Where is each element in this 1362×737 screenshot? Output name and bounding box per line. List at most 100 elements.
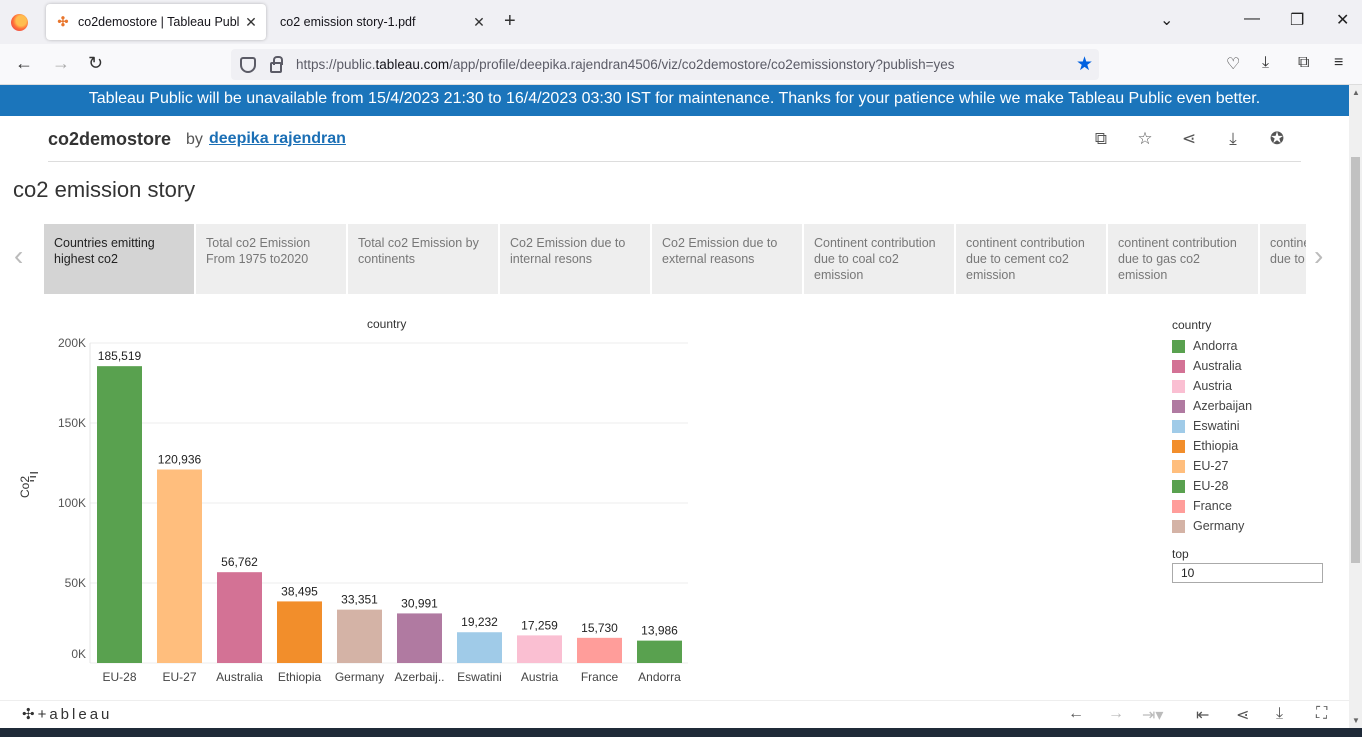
bar[interactable]: [337, 609, 382, 663]
bar[interactable]: [217, 572, 262, 663]
story-points-nav: Countries emitting highest co2 Total co2…: [44, 224, 1306, 294]
story-point-5[interactable]: Co2 Emission due to external reasons: [652, 224, 802, 294]
legend-item[interactable]: Andorra: [1172, 336, 1332, 356]
legend-item[interactable]: Austria: [1172, 376, 1332, 396]
legend-item[interactable]: Ethiopia: [1172, 436, 1332, 456]
tab-pdf[interactable]: co2 emission story-1.pdf ✕: [270, 4, 494, 40]
menu-icon[interactable]: ≡: [1334, 54, 1343, 72]
story-point-4[interactable]: Co2 Emission due to internal resons: [500, 224, 650, 294]
legend-item[interactable]: France: [1172, 496, 1332, 516]
legend-label: EU-28: [1193, 479, 1229, 493]
tableau-favicon-icon: ✣: [57, 14, 69, 29]
lock-icon[interactable]: [270, 56, 283, 73]
legend-label: France: [1193, 499, 1232, 513]
legend-swatch: [1172, 359, 1185, 373]
legend-swatch: [1172, 479, 1185, 493]
undo-icon[interactable]: ←: [1068, 705, 1084, 723]
story-point-7[interactable]: continent contribution due to cement co2…: [956, 224, 1106, 294]
legend-item[interactable]: EU-27: [1172, 456, 1332, 476]
viz-footer: ✣+ableau ← → ⇥▾ ⇤ ⋖ ⤓ ⛶: [0, 700, 1349, 728]
story-point-6[interactable]: Continent contribution due to coal co2 e…: [804, 224, 954, 294]
new-tab-button[interactable]: +: [504, 10, 516, 33]
scroll-down-icon[interactable]: ▼: [1352, 716, 1360, 725]
legend-label: Azerbaijan: [1193, 399, 1253, 413]
prev-story-point-icon[interactable]: ‹: [14, 240, 23, 272]
top-filter-label: top: [1172, 547, 1189, 561]
legend-item[interactable]: EU-28: [1172, 476, 1332, 496]
url-text[interactable]: https://public.tableau.com/app/profile/d…: [296, 57, 955, 72]
scroll-up-icon[interactable]: ▲: [1352, 88, 1360, 97]
data-label: 185,519: [98, 349, 142, 363]
list-tabs-icon[interactable]: ⌄: [1160, 10, 1173, 30]
close-window-button[interactable]: ✕: [1336, 10, 1349, 30]
restore-button[interactable]: ❐: [1290, 10, 1304, 30]
share-footer-icon[interactable]: ⋖: [1236, 705, 1249, 725]
legend-item[interactable]: Australia: [1172, 356, 1332, 376]
x-tick-label: Australia: [216, 670, 263, 684]
bar[interactable]: [397, 613, 442, 663]
download-footer-icon[interactable]: ⤓: [1276, 705, 1283, 723]
data-label: 120,936: [158, 453, 202, 467]
by-label: by: [186, 131, 203, 148]
x-tick-label: Ethiopia: [278, 670, 322, 684]
story-point-3[interactable]: Total co2 Emission by continents: [348, 224, 498, 294]
top-filter-input[interactable]: [1172, 563, 1323, 583]
data-label: 30,991: [401, 596, 438, 610]
legend-item[interactable]: Germany: [1172, 516, 1332, 536]
x-tick-label: Germany: [335, 670, 384, 684]
scrollbar-thumb[interactable]: [1351, 157, 1360, 563]
legend-label: Andorra: [1193, 339, 1238, 353]
legend-swatch: [1172, 519, 1185, 533]
downloads-icon[interactable]: ⤓: [1262, 54, 1269, 72]
data-label: 17,259: [521, 618, 558, 632]
close-tab-icon[interactable]: ✕: [240, 14, 262, 31]
bar[interactable]: [577, 637, 622, 663]
revert-all-icon[interactable]: ⇤: [1196, 705, 1209, 725]
favorite-star-icon[interactable]: ☆: [1135, 129, 1155, 149]
bar-chart: 185,519 EU-28 120,936 EU-27 56,762 Australia 3…: [89, 342, 688, 684]
tracking-shield-icon[interactable]: [240, 56, 256, 73]
url-bar[interactable]: https://public.tableau.com/app/profile/d…: [231, 49, 1099, 80]
legend-swatch: [1172, 399, 1185, 413]
bar[interactable]: [97, 366, 142, 663]
badge-icon[interactable]: ✪: [1267, 129, 1287, 149]
bar[interactable]: [637, 640, 682, 663]
story-point-8[interactable]: continent contribution due to gas co2 em…: [1108, 224, 1258, 294]
firefox-logo-icon[interactable]: [11, 14, 28, 31]
forward-button[interactable]: →: [52, 53, 70, 74]
minimize-button[interactable]: —: [1244, 10, 1260, 28]
story-point-9[interactable]: continent contribution due to ... emissi…: [1260, 224, 1306, 294]
next-story-point-icon[interactable]: ›: [1314, 240, 1323, 272]
bookmark-star-icon[interactable]: ★: [1076, 53, 1093, 76]
revert-icon[interactable]: ⇥▾: [1142, 705, 1163, 725]
page-scrollbar[interactable]: ▲ ▼: [1349, 85, 1362, 728]
x-tick-label: Austria: [521, 670, 559, 684]
x-tick-label: Eswatini: [457, 670, 502, 684]
legend-item[interactable]: Eswatini: [1172, 416, 1332, 436]
story-point-2[interactable]: Total co2 Emission From 1975 to2020: [196, 224, 346, 294]
pocket-icon[interactable]: ♡: [1226, 54, 1240, 74]
download-icon[interactable]: ⤓: [1223, 129, 1243, 149]
extensions-icon[interactable]: ⧉: [1298, 54, 1309, 72]
back-button[interactable]: ←: [15, 53, 33, 74]
legend-item[interactable]: Azerbaijan: [1172, 396, 1332, 416]
legend-label: EU-27: [1193, 459, 1229, 473]
bar[interactable]: [157, 469, 202, 663]
copy-icon[interactable]: ⧉: [1091, 129, 1111, 149]
bar[interactable]: [517, 635, 562, 663]
redo-icon[interactable]: →: [1108, 705, 1124, 723]
close-tab-icon[interactable]: ✕: [468, 14, 490, 31]
bar[interactable]: [457, 632, 502, 663]
tableau-logo[interactable]: ✣+ableau: [22, 705, 112, 723]
fullscreen-icon[interactable]: ⛶: [1316, 705, 1327, 723]
story-point-1[interactable]: Countries emitting highest co2: [44, 224, 194, 294]
legend-swatch: [1172, 459, 1185, 473]
author-link[interactable]: deepika rajendran: [209, 130, 346, 148]
share-icon[interactable]: ⋖: [1179, 129, 1199, 149]
reload-button[interactable]: ↻: [88, 53, 103, 74]
bar[interactable]: [277, 601, 322, 663]
legend-label: Eswatini: [1193, 419, 1240, 433]
browser-nav-bar: ← → ↻ https://public.tableau.com/app/pro…: [0, 44, 1362, 85]
maintenance-banner: Tableau Public will be unavailable from …: [0, 85, 1349, 116]
tab-tableau[interactable]: ✣ co2demostore | Tableau Public ✕: [46, 4, 266, 40]
